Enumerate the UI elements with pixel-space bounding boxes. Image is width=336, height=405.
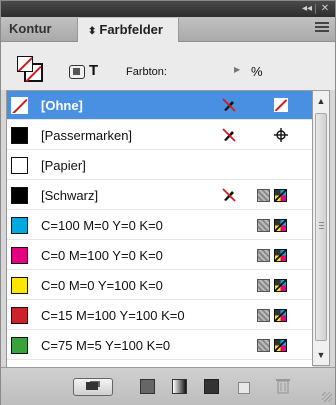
panel-footer (1, 367, 335, 405)
swatch-name: C=75 M=5 Y=100 K=0 (41, 338, 171, 353)
swatch-name: C=100 M=0 Y=0 K=0 (41, 218, 163, 233)
no-edit-icon (221, 127, 237, 143)
process-icon (257, 189, 270, 202)
swatch-name: [Papier] (41, 158, 86, 173)
fill-stroke-icon[interactable] (17, 56, 43, 82)
chevron-updown-icon: ⬍ (88, 26, 97, 37)
swatch-row[interactable]: [Papier] (7, 151, 313, 180)
swatch-chip (11, 277, 28, 294)
show-all-swatches-icon[interactable] (73, 378, 113, 396)
swatch-chip (11, 127, 28, 144)
process-icon (257, 279, 270, 292)
scroll-down-icon[interactable]: ▼ (313, 347, 329, 363)
panel-titlebar[interactable]: ◂◂ ✕ (1, 1, 335, 17)
swatch-name: C=0 M=100 Y=0 K=0 (41, 248, 163, 263)
swatch-row[interactable]: [Ohne] (7, 91, 313, 120)
swatch-name: [Passermarken] (41, 128, 133, 143)
swatch-toolbar: T Farbton: ▶ % (1, 42, 335, 90)
show-color-swatches-icon[interactable] (137, 377, 157, 395)
delete-swatch-icon[interactable] (273, 377, 293, 395)
resize-grip-icon[interactable] (322, 392, 332, 402)
swatch-chip (11, 307, 28, 324)
swatch-chip (11, 187, 28, 204)
swatch-chip (11, 247, 28, 264)
formatting-container-icon[interactable] (69, 65, 85, 79)
scroll-up-icon[interactable]: ▲ (313, 93, 329, 109)
swatch-chip (11, 157, 28, 174)
list-scrollbar[interactable]: ▲ ▼ (312, 90, 330, 366)
swatch-row[interactable]: C=100 M=0 Y=0 K=0 (7, 211, 313, 240)
swatch-row[interactable]: [Schwarz] (7, 181, 313, 210)
scroll-thumb[interactable] (315, 113, 327, 341)
tab-bar: Kontur ⬍ Farbfelder (1, 17, 335, 42)
no-edit-icon (221, 97, 237, 113)
tab-kontur[interactable]: Kontur (7, 17, 79, 41)
swatch-row[interactable]: C=0 M=0 Y=100 K=0 (7, 271, 313, 300)
formatting-text-icon[interactable]: T (89, 62, 98, 79)
swatch-row[interactable]: C=15 M=100 Y=100 K=0 (7, 301, 313, 330)
cmyk-icon (274, 189, 287, 202)
panel-menu-icon[interactable] (315, 22, 329, 34)
cmyk-icon (274, 249, 287, 262)
swatch-row[interactable]: [Passermarken] (7, 121, 313, 150)
cmyk-icon (274, 339, 287, 352)
tint-label: Farbton: (126, 66, 167, 78)
swatch-name: C=15 M=100 Y=100 K=0 (41, 308, 185, 323)
swatch-chip (11, 217, 28, 234)
swatch-name: [Schwarz] (41, 188, 99, 203)
tint-dropdown-icon[interactable]: ▶ (234, 65, 240, 74)
process-icon (257, 309, 270, 322)
swatch-list: [Ohne] [Passermarken] [Papier] [Schwarz] C=1… (6, 90, 313, 368)
tab-farbfelder-label: Farbfelder (99, 22, 163, 37)
swatch-chip (11, 97, 28, 114)
swatch-name: [Ohne] (41, 98, 83, 113)
tab-farbfelder[interactable]: ⬍ Farbfelder (77, 18, 179, 42)
process-icon (257, 339, 270, 352)
new-color-group-icon[interactable] (201, 377, 221, 395)
collapse-icon[interactable]: ◂◂ (299, 3, 315, 15)
swatch-chip (11, 337, 28, 354)
show-gradient-swatches-icon[interactable] (169, 377, 189, 395)
process-icon (257, 249, 270, 262)
cmyk-icon (274, 279, 287, 292)
new-swatch-icon[interactable] (233, 377, 253, 395)
no-edit-icon (221, 187, 237, 203)
swatch-row[interactable]: C=75 M=5 Y=100 K=0 (7, 331, 313, 360)
swatches-panel: ◂◂ ✕ Kontur ⬍ Farbfelder T Farbton: ▶ % [… (0, 0, 336, 405)
cmyk-icon (274, 309, 287, 322)
process-icon (257, 219, 270, 232)
none-icon (274, 98, 288, 112)
swatch-name: C=0 M=0 Y=100 K=0 (41, 278, 163, 293)
close-icon[interactable]: ✕ (315, 3, 331, 15)
swatch-row[interactable]: C=0 M=100 Y=0 K=0 (7, 241, 313, 270)
tab-kontur-label: Kontur (9, 21, 52, 36)
tint-unit: % (251, 64, 263, 79)
registration-icon (273, 127, 289, 143)
cmyk-icon (274, 219, 287, 232)
